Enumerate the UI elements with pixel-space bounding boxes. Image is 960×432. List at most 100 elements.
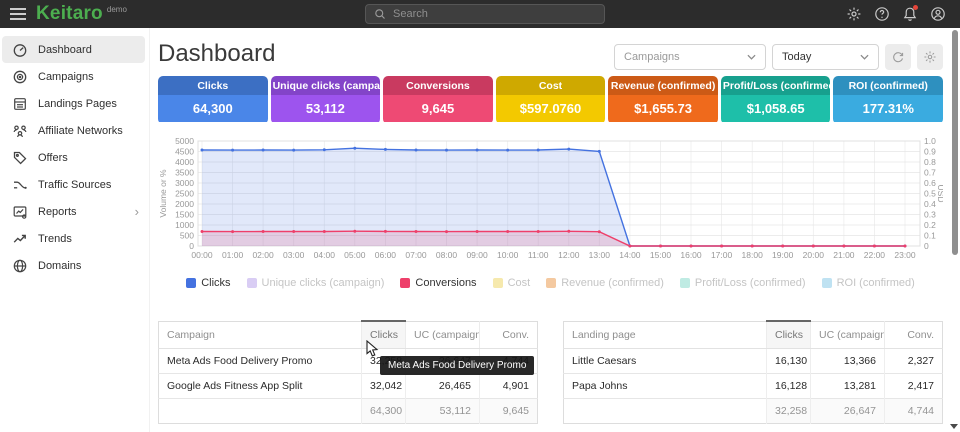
- sidebar: DashboardCampaignsLandings PagesAffiliat…: [0, 28, 150, 432]
- table-cell-value: 16,128: [767, 374, 811, 399]
- sidebar-item-offers[interactable]: Offers: [2, 144, 145, 171]
- scrollbar-down-arrow-icon[interactable]: [950, 424, 958, 429]
- svg-text:01:00: 01:00: [222, 250, 244, 260]
- stat-cards-row: Clicks64,300Unique clicks (campaign)53,1…: [158, 76, 943, 124]
- search-input[interactable]: [393, 8, 596, 20]
- stat-card-conversions: Conversions9,645: [383, 76, 493, 124]
- reports-icon: [12, 204, 28, 220]
- stat-card-value: 177.31%: [833, 95, 943, 122]
- table-row[interactable]: Little Caesars16,13013,3662,327: [564, 349, 943, 374]
- column-header-campaign[interactable]: Campaign: [159, 321, 362, 349]
- legend-item-unique-clicks-campaign[interactable]: Unique clicks (campaign): [247, 275, 385, 291]
- campaigns-filter-select[interactable]: Campaigns: [614, 44, 766, 70]
- svg-text:2500: 2500: [175, 189, 194, 199]
- svg-text:1500: 1500: [175, 210, 194, 220]
- account-icon[interactable]: [930, 6, 946, 22]
- svg-text:4000: 4000: [175, 157, 194, 167]
- legend-item-clicks[interactable]: Clicks: [186, 275, 230, 291]
- svg-text:08:00: 08:00: [436, 250, 458, 260]
- legend-label: Cost: [508, 277, 531, 289]
- legend-label: Unique clicks (campaign): [262, 277, 385, 289]
- sidebar-item-traffic-sources[interactable]: Traffic Sources: [2, 171, 145, 198]
- sidebar-item-label: Reports: [38, 206, 77, 218]
- legend-item-profit-loss-confirmed[interactable]: Profit/Loss (confirmed): [680, 275, 806, 291]
- gear-icon: [923, 50, 937, 64]
- svg-text:0.7: 0.7: [924, 168, 936, 178]
- legend-item-cost[interactable]: Cost: [493, 275, 531, 291]
- column-header-uc-campaign[interactable]: UC (campaign): [811, 321, 885, 349]
- svg-text:09:00: 09:00: [466, 250, 488, 260]
- legend-label: Profit/Loss (confirmed): [695, 277, 806, 289]
- column-header-uc-campaign[interactable]: UC (campaign): [406, 321, 480, 349]
- column-header-clicks[interactable]: Clicks: [362, 321, 406, 349]
- sidebar-item-reports[interactable]: Reports ›: [2, 198, 145, 225]
- table-cell-value: 16,130: [767, 349, 811, 374]
- topbar-actions: [846, 0, 946, 28]
- column-header-clicks[interactable]: Clicks: [767, 321, 811, 349]
- legend-item-conversions[interactable]: Conversions: [400, 275, 476, 291]
- hamburger-menu-icon[interactable]: [9, 7, 27, 21]
- svg-text:3500: 3500: [175, 168, 194, 178]
- trends-icon: [12, 231, 28, 247]
- date-range-select[interactable]: Today: [772, 44, 879, 70]
- sidebar-item-landings-pages[interactable]: Landings Pages: [2, 90, 145, 117]
- sidebar-item-dashboard[interactable]: Dashboard: [2, 36, 145, 63]
- table-total-cell: [564, 399, 767, 424]
- svg-text:1000: 1000: [175, 220, 194, 230]
- global-search[interactable]: [365, 4, 605, 24]
- date-range-label: Today: [782, 51, 811, 63]
- legend-item-revenue-confirmed[interactable]: Revenue (confirmed): [546, 275, 664, 291]
- svg-text:21:00: 21:00: [833, 250, 855, 260]
- column-header-landing-page[interactable]: Landing page: [564, 321, 767, 349]
- stat-card-value: 64,300: [158, 95, 268, 122]
- sidebar-item-domains[interactable]: Domains: [2, 252, 145, 279]
- chevron-right-icon: ›: [135, 205, 139, 218]
- sidebar-item-campaigns[interactable]: Campaigns: [2, 63, 145, 90]
- table-totals-row: 32,25826,6474,744: [564, 399, 943, 424]
- table-row[interactable]: Papa Johns16,12813,2812,417: [564, 374, 943, 399]
- column-header-conv[interactable]: Conv.: [480, 321, 538, 349]
- column-header-conv[interactable]: Conv.: [885, 321, 943, 349]
- chart-legend: Clicks Unique clicks (campaign) Conversion…: [158, 275, 943, 291]
- legend-item-roi-confirmed[interactable]: ROI (confirmed): [822, 275, 915, 291]
- svg-text:04:00: 04:00: [314, 250, 336, 260]
- app-logo[interactable]: Keitaro: [36, 3, 103, 25]
- svg-text:4500: 4500: [175, 147, 194, 157]
- table-total-cell: 64,300: [362, 399, 406, 424]
- notification-badge: [913, 5, 918, 10]
- scrollbar-thumb[interactable]: [952, 30, 958, 255]
- landings-icon: [12, 96, 28, 112]
- table-total-cell: 4,744: [885, 399, 943, 424]
- row-tooltip: Meta Ads Food Delivery Promo: [380, 356, 534, 375]
- domains-icon: [12, 258, 28, 274]
- stat-card-label: Profit/Loss (confirmed): [721, 76, 831, 95]
- table-total-cell: [159, 399, 362, 424]
- svg-text:07:00: 07:00: [405, 250, 427, 260]
- svg-text:3000: 3000: [175, 178, 194, 188]
- chevron-down-icon: [860, 54, 869, 60]
- svg-text:23:00: 23:00: [894, 250, 916, 260]
- stat-card-profit-loss-confirmed: Profit/Loss (confirmed)$1,058.65: [721, 76, 831, 124]
- settings-icon[interactable]: [846, 6, 862, 22]
- table-cell-value: 2,417: [885, 374, 943, 399]
- sidebar-item-affiliate-networks[interactable]: Affiliate Networks: [2, 117, 145, 144]
- table-row[interactable]: Google Ads Fitness App Split32,04226,465…: [159, 374, 538, 399]
- table-cell-name: Little Caesars: [564, 349, 767, 374]
- legend-swatch: [247, 278, 257, 288]
- stat-card-revenue-confirmed: Revenue (confirmed)$1,655.73: [608, 76, 718, 124]
- refresh-icon: [891, 50, 905, 64]
- sidebar-item-label: Offers: [38, 152, 68, 164]
- sidebar-item-trends[interactable]: Trends: [2, 225, 145, 252]
- help-icon[interactable]: [874, 6, 890, 22]
- svg-text:0: 0: [924, 241, 929, 251]
- notifications-icon[interactable]: [902, 6, 918, 22]
- svg-text:0.3: 0.3: [924, 210, 936, 220]
- legend-label: Conversions: [415, 277, 476, 289]
- stat-card-label: Unique clicks (campaign): [271, 76, 381, 95]
- dashboard-settings-button[interactable]: [917, 44, 943, 70]
- traffic-icon: [12, 177, 28, 193]
- stat-card-label: Clicks: [158, 76, 268, 95]
- refresh-button[interactable]: [885, 44, 911, 70]
- svg-text:03:00: 03:00: [283, 250, 305, 260]
- table-cell-name: Google Ads Fitness App Split: [159, 374, 362, 399]
